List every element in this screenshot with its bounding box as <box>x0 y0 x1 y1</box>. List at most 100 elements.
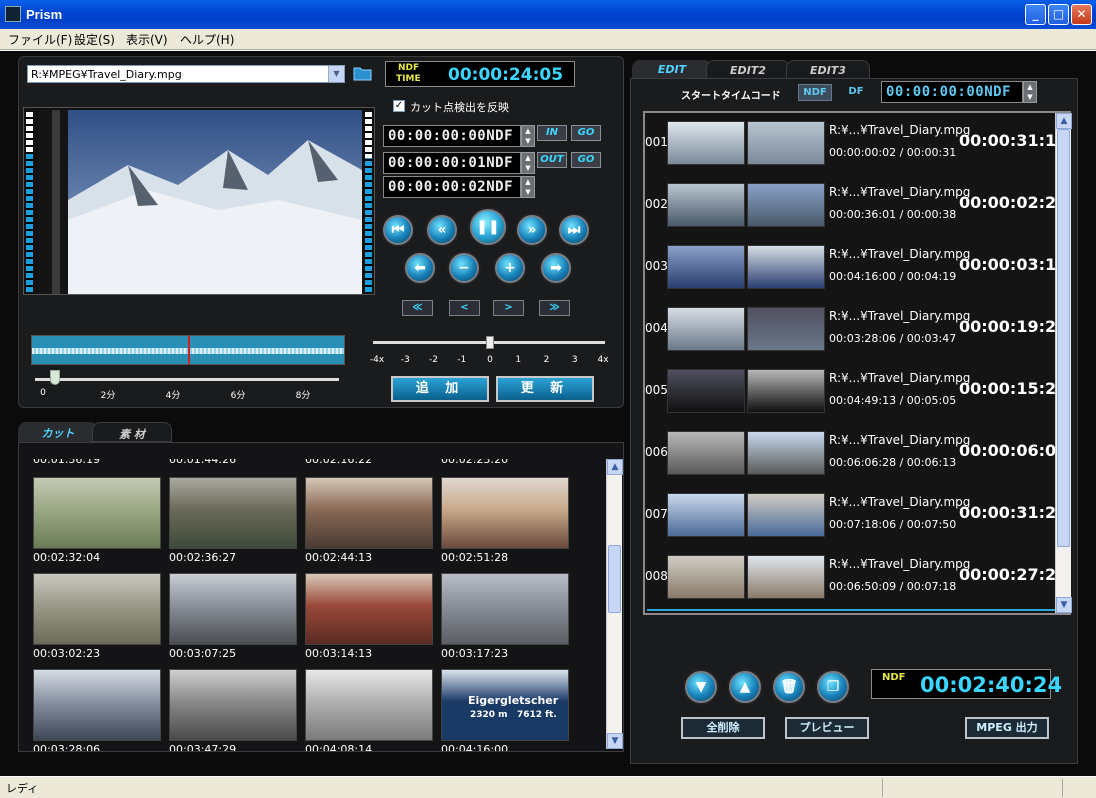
edit-row[interactable]: 003 R:¥...¥Travel_Diary.mpg 00:04:16:00 / … <box>645 245 1057 307</box>
update-button[interactable]: 更 新 <box>496 376 594 402</box>
out-timecode-spinner[interactable]: ▲ ▼ <box>521 152 535 174</box>
fast-forward-button[interactable]: » <box>517 215 547 245</box>
preview-button[interactable]: プレビュー <box>785 717 869 739</box>
edit-row-file: R:¥...¥Travel_Diary.mpg <box>829 123 971 137</box>
step-back-button[interactable]: ⬅ <box>405 253 435 283</box>
jump-back-far-button[interactable]: ≪ <box>402 300 433 316</box>
cut-thumbnail[interactable] <box>33 669 161 741</box>
cut-thumbnail[interactable]: Eigergletscher 2320 m 7612 ft. <box>441 669 569 741</box>
file-path-combo[interactable]: R:¥MPEG¥Travel_Diary.mpg ▼ <box>27 65 345 83</box>
jump-forward-far-button[interactable]: ≫ <box>539 300 570 316</box>
df-toggle[interactable]: DF <box>839 84 873 101</box>
menu-settings[interactable]: 設定(S) <box>74 31 115 48</box>
menu-bar: ファイル(F) 設定(S) 表示(V) ヘルプ(H) <box>0 29 1096 49</box>
in-timecode-field[interactable]: 00:00:00:00NDF <box>383 125 521 147</box>
tab-edit3[interactable]: EDIT3 <box>786 60 870 80</box>
minus-icon: − <box>458 260 470 276</box>
tab-edit[interactable]: EDIT <box>632 60 712 80</box>
out-button[interactable]: OUT <box>537 152 567 168</box>
move-up-button[interactable]: ▲ <box>729 671 761 703</box>
speed-slider-thumb[interactable] <box>486 336 494 349</box>
close-button[interactable]: ✕ <box>1071 4 1092 25</box>
out-timecode-field[interactable]: 00:00:00:01NDF <box>383 152 521 174</box>
maximize-button[interactable]: □ <box>1048 4 1069 25</box>
rewind-button[interactable]: « <box>427 215 457 245</box>
plus-button[interactable]: + <box>495 253 525 283</box>
timeline-tick-label: 0 <box>40 388 46 398</box>
in-go-button[interactable]: GO <box>571 125 601 141</box>
skip-to-start-button[interactable]: ⏮ <box>383 215 413 245</box>
cut-thumbnail[interactable] <box>33 573 161 645</box>
in-timecode-spinner[interactable]: ▲ ▼ <box>521 125 535 147</box>
cut-scrollbar[interactable]: ▲ ▼ <box>606 459 623 749</box>
cut-thumbnail[interactable] <box>305 669 433 741</box>
cut-timecode-label: 00:03:47:29 <box>169 743 237 751</box>
delete-button[interactable]: 🗑 <box>773 671 805 703</box>
menu-view[interactable]: 表示(V) <box>126 31 168 48</box>
cut-thumbnail[interactable] <box>33 477 161 549</box>
step-forward-button[interactable]: ➡ <box>541 253 571 283</box>
tab-material[interactable]: 素 材 <box>92 422 172 442</box>
edit-row[interactable]: 008 R:¥...¥Travel_Diary.mpg 00:06:50:09 / … <box>645 555 1057 611</box>
folder-icon[interactable] <box>352 63 374 83</box>
scroll-down-icon[interactable]: ▼ <box>607 733 623 749</box>
app-window: Prism _ □ ✕ ファイル(F) 設定(S) 表示(V) ヘルプ(H) R… <box>0 0 1096 798</box>
cut-detect-checkbox[interactable]: ✓ <box>393 100 405 112</box>
edit-scrollbar[interactable]: ▲ ▼ <box>1055 113 1072 613</box>
edit-row[interactable]: 007 R:¥...¥Travel_Diary.mpg 00:07:18:06 / … <box>645 493 1057 555</box>
delete-all-button[interactable]: 全削除 <box>681 717 765 739</box>
edit-scroll-thumb[interactable] <box>1057 129 1070 547</box>
copy-button[interactable]: ❐ <box>817 671 849 703</box>
skip-to-end-button[interactable]: ⏭ <box>559 215 589 245</box>
move-down-button[interactable]: ▼ <box>685 671 717 703</box>
edit-row-out-frame <box>747 307 825 351</box>
jump-back-button[interactable]: < <box>449 300 480 316</box>
cut-thumbnail[interactable] <box>169 573 297 645</box>
in-button[interactable]: IN <box>537 125 567 141</box>
edit-row[interactable]: 005 R:¥...¥Travel_Diary.mpg 00:04:49:13 / … <box>645 369 1057 431</box>
timeline-slider-thumb[interactable] <box>50 370 61 385</box>
edit-row[interactable]: 002 R:¥...¥Travel_Diary.mpg 00:00:36:01 / … <box>645 183 1057 245</box>
speed-tick-label: -4x <box>369 355 385 365</box>
duration-timecode-field[interactable]: 00:00:00:02NDF <box>383 176 521 198</box>
edit-row[interactable]: 001 R:¥...¥Travel_Diary.mpg 00:00:00:02 / … <box>645 121 1057 183</box>
edit-row-duration: 00:00:31:26 <box>959 503 1057 522</box>
edit-row-out-frame <box>747 493 825 537</box>
duration-timecode-spinner[interactable]: ▲ ▼ <box>521 176 535 198</box>
cut-thumbnail[interactable] <box>441 573 569 645</box>
ndf-toggle[interactable]: NDF <box>798 84 832 101</box>
menu-file[interactable]: ファイル(F) <box>8 31 72 48</box>
tab-cut[interactable]: カット <box>18 422 98 442</box>
timeline-tick-label: 6分 <box>230 391 246 401</box>
cut-timecode-label: 00:03:07:25 <box>169 647 237 660</box>
file-path-text: R:¥MPEG¥Travel_Diary.mpg <box>31 68 182 81</box>
scroll-up-icon[interactable]: ▲ <box>1056 113 1072 129</box>
scroll-up-icon[interactable]: ▲ <box>607 459 623 475</box>
out-go-button[interactable]: GO <box>571 152 601 168</box>
edit-row[interactable]: 004 R:¥...¥Travel_Diary.mpg 00:03:28:06 / … <box>645 307 1057 369</box>
start-timecode-field[interactable]: 00:00:00:00NDF <box>881 81 1023 103</box>
start-timecode-spinner[interactable]: ▲ ▼ <box>1023 81 1037 103</box>
menu-help[interactable]: ヘルプ(H) <box>180 31 234 48</box>
jump-forward-button[interactable]: > <box>493 300 524 316</box>
cut-thumbnail[interactable] <box>305 573 433 645</box>
cut-thumbnail[interactable] <box>169 477 297 549</box>
edit-row[interactable]: 006 R:¥...¥Travel_Diary.mpg 00:06:06:28 / … <box>645 431 1057 493</box>
edit-row-file: R:¥...¥Travel_Diary.mpg <box>829 371 971 385</box>
tab-edit2[interactable]: EDIT2 <box>706 60 790 80</box>
cut-thumbnail[interactable] <box>441 477 569 549</box>
scroll-down-icon[interactable]: ▼ <box>1056 597 1072 613</box>
edit-row-duration: 00:00:15:21 <box>959 379 1057 398</box>
edit-row-out-frame <box>747 431 825 475</box>
cut-scroll-thumb[interactable] <box>608 545 621 613</box>
chevron-down-icon[interactable]: ▼ <box>328 66 344 82</box>
minimize-button[interactable]: _ <box>1025 4 1046 25</box>
mpeg-output-button[interactable]: MPEG 出力 <box>965 717 1049 739</box>
edit-row-range: 00:07:18:06 / 00:07:50 <box>829 518 957 531</box>
add-button[interactable]: 追 加 <box>391 376 489 402</box>
cut-thumbnail[interactable] <box>169 669 297 741</box>
minus-button[interactable]: − <box>449 253 479 283</box>
edit-row-out-frame <box>747 183 825 227</box>
cut-thumbnail[interactable] <box>305 477 433 549</box>
pause-button[interactable]: ❚❚ <box>470 209 506 245</box>
